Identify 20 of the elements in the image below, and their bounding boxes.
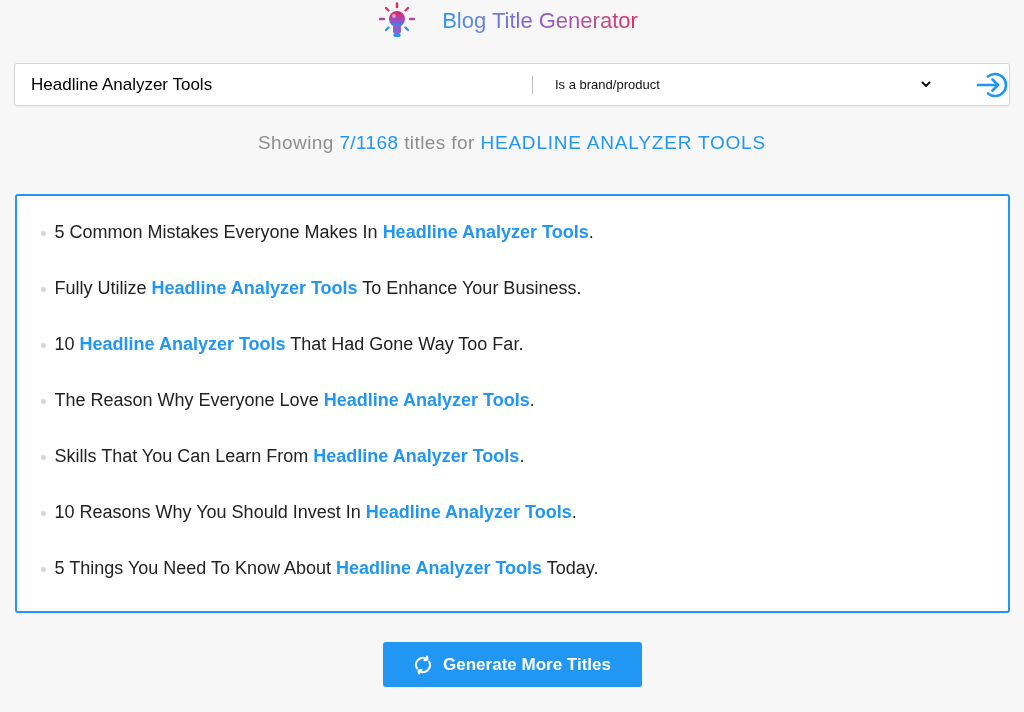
bullet-icon bbox=[40, 566, 46, 572]
title-item: 10 Headline Analyzer Tools That Had Gone Way Too Far. bbox=[54, 333, 524, 356]
title-item: 5 Things You Need To Know About Headline Analyzer Tools Today. bbox=[54, 557, 599, 580]
title-item: Skills That You Can Learn From Headline Analyzer Tools. bbox=[54, 445, 525, 468]
title-item: The Reason Why Everyone Love Headline Analyzer Tools. bbox=[54, 389, 535, 412]
bullet-icon bbox=[40, 230, 46, 236]
chevron-down-icon bbox=[921, 81, 931, 88]
bullet-icon bbox=[40, 454, 46, 460]
type-select[interactable]: Is a brand/product bbox=[555, 69, 933, 100]
bullet-icon bbox=[40, 398, 46, 404]
title-item: 10 Reasons Why You Should Invest In Headline Analyzer Tools. bbox=[54, 501, 577, 524]
search-bar[interactable]: Headline Analyzer Tools Is a brand/product bbox=[14, 63, 1010, 106]
bullet-icon bbox=[40, 286, 46, 292]
keyword-input[interactable]: Headline Analyzer Tools bbox=[31, 69, 531, 100]
title-item: Fully Utilize Headline Analyzer Tools To Enhance Your Business. bbox=[54, 277, 582, 300]
bullet-icon bbox=[40, 510, 46, 516]
refresh-icon bbox=[413, 654, 434, 675]
title-item: 5 Common Mistakes Everyone Makes In Headline Analyzer Tools. bbox=[54, 221, 594, 244]
bullet-icon bbox=[40, 342, 46, 348]
results-summary: Showing 7/1168 titles for HEADLINE ANALYZER TOOLS bbox=[258, 131, 766, 155]
